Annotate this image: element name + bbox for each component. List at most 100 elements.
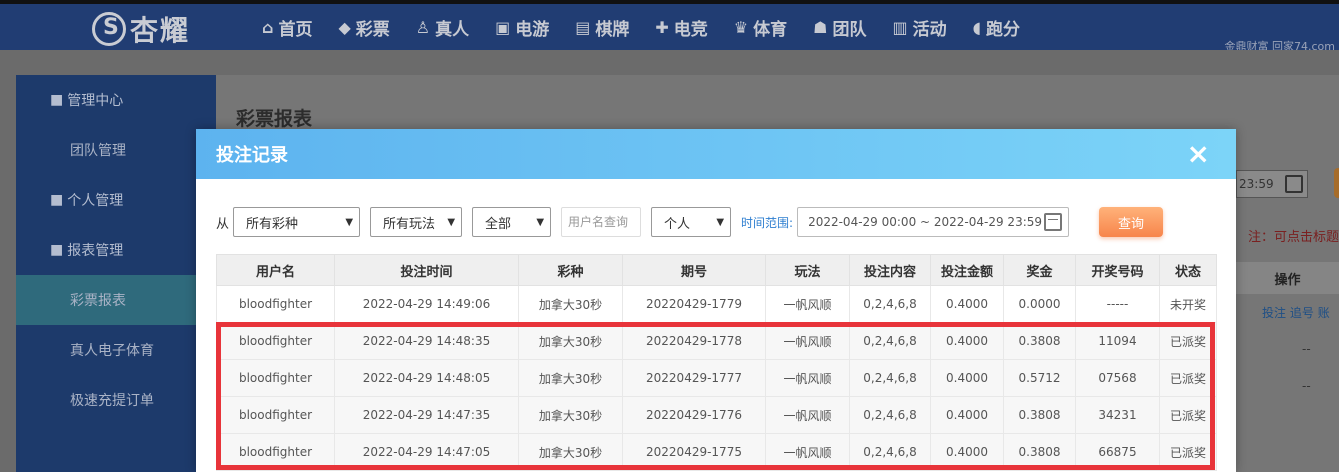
report-icon: ■ xyxy=(50,242,64,258)
nav-item-2[interactable]: ♙ 真人 xyxy=(416,4,469,50)
slot-icon: ▣ xyxy=(495,17,511,37)
column-header[interactable]: 投注金额 xyxy=(930,254,1004,286)
scope-value: 个人 xyxy=(664,216,691,232)
cell-status: 已派奖 xyxy=(1159,396,1217,434)
calendar-icon[interactable] xyxy=(1044,213,1063,231)
scope-select[interactable]: 个人 ▼ xyxy=(651,207,732,237)
status-select[interactable]: 全部 ▼ xyxy=(472,207,552,237)
nav-item-label: 彩票 xyxy=(355,19,390,40)
row-ops-links: 投注 追号 账 xyxy=(1262,304,1330,321)
nav-item-label: 首页 xyxy=(278,19,313,40)
table-row[interactable]: bloodfighter 2022-04-29 14:47:05 加拿大30秒 202… xyxy=(216,433,1217,471)
brand-name: 杏耀 xyxy=(130,14,191,47)
column-header[interactable]: 用户名 xyxy=(216,254,335,286)
nav-item-6[interactable]: ♛ 体育 xyxy=(734,4,787,50)
cards-icon: ▤ xyxy=(575,17,591,37)
column-header[interactable]: 开奖号码 xyxy=(1075,254,1160,286)
page-title: 彩票报表 xyxy=(236,108,313,130)
username-search-input[interactable] xyxy=(561,207,642,237)
cell-lottery: 加拿大30秒 xyxy=(518,359,623,397)
cell-issue: 20220429-1776 xyxy=(622,396,766,434)
cell-result: 66875 xyxy=(1075,433,1160,471)
cell-issue: 20220429-1779 xyxy=(622,285,766,323)
top-navbar: 杏耀 ⌂首页◆彩票♙真人▣电游▤棋牌✚电竞♛体育☗团队▥活动◖跑分 金鼎财富 回… xyxy=(0,0,1339,53)
end-date-input[interactable]: 23:59 xyxy=(1236,170,1308,198)
sidebar-item[interactable]: 团队管理 xyxy=(16,125,216,175)
column-header[interactable]: 玩法 xyxy=(765,254,850,286)
nav-item-label: 活动 xyxy=(912,19,947,40)
cell-status: 未开奖 xyxy=(1159,285,1217,323)
cell-content: 0,2,4,6,8 xyxy=(849,285,931,323)
nav-item-5[interactable]: ✚ 电竞 xyxy=(655,4,707,50)
cell-time: 2022-04-29 14:48:35 xyxy=(334,322,519,360)
table-row[interactable]: bloodfighter 2022-04-29 14:47:35 加拿大30秒 202… xyxy=(216,396,1217,434)
time-range-input[interactable]: 2022-04-29 00:00 ~ 2022-04-29 23:59 xyxy=(797,207,1070,237)
nav-item-8[interactable]: ▥ 活动 xyxy=(892,4,946,50)
cell-content: 0,2,4,6,8 xyxy=(849,433,931,471)
cell-issue: 20220429-1775 xyxy=(622,433,766,471)
end-date-value: 23:59 xyxy=(1239,177,1274,191)
table-row[interactable]: bloodfighter 2022-04-29 14:49:06 加拿大30秒 202… xyxy=(216,285,1217,323)
cell-amount: 0.4000 xyxy=(930,359,1004,397)
cell-prize: 0.0000 xyxy=(1003,285,1076,323)
lottery-type-select[interactable]: 所有彩种 ▼ xyxy=(233,207,361,237)
filter-bar: 从 所有彩种 ▼ 所有玩法 ▼ 全部 ▼ 个人 ▼ 时间范围: 2022-04-… xyxy=(216,207,1164,237)
time-range-value: 2022-04-29 00:00 ~ 2022-04-29 23:59 xyxy=(808,215,1043,229)
gamepad-icon: ✚ xyxy=(655,17,669,37)
nav-item-3[interactable]: ▣ 电游 xyxy=(495,4,549,50)
chevron-down-icon: ▼ xyxy=(716,216,725,228)
nav-item-0[interactable]: ⌂ 首页 xyxy=(262,4,312,50)
column-header[interactable]: 投注时间 xyxy=(334,254,519,286)
nav-item-label: 体育 xyxy=(753,19,788,40)
cell-time: 2022-04-29 14:47:35 xyxy=(334,396,519,434)
calendar-icon[interactable] xyxy=(1285,175,1303,193)
close-icon[interactable]: × xyxy=(1187,139,1210,169)
cell-issue: 20220429-1778 xyxy=(622,322,766,360)
cell-user: bloodfighter xyxy=(216,285,335,323)
query-button[interactable]: 查询 xyxy=(1099,207,1164,237)
sidebar-item[interactable]: 彩票报表 xyxy=(16,275,216,325)
sidebar: ■ 管理中心 团队管理 ■ 个人管理 ■ 报表管理 彩票报表 真人电子体育 极速充提订单 xyxy=(16,75,216,472)
hint-note: 注：可点击标题 xyxy=(1248,230,1339,245)
ops-link-chase[interactable]: 追号 xyxy=(1290,306,1314,320)
sidebar-item[interactable]: 极速充提订单 xyxy=(16,375,216,425)
row-dash: -- xyxy=(1302,379,1311,393)
nav-item-7[interactable]: ☗ 团队 xyxy=(813,4,866,50)
nav-item-label: 团队 xyxy=(832,19,867,40)
sidebar-group[interactable]: ■ 个人管理 xyxy=(16,175,216,225)
nav-item-1[interactable]: ◆ 彩票 xyxy=(338,4,389,50)
cell-time: 2022-04-29 14:48:05 xyxy=(334,359,519,397)
modal-title: 投注记录 xyxy=(216,145,288,166)
cell-play: 一帆风顺 xyxy=(765,359,850,397)
nav-item-label: 跑分 xyxy=(986,19,1021,40)
live-icon: ♙ xyxy=(415,17,431,37)
column-header[interactable]: 投注内容 xyxy=(849,254,931,286)
search-button-edge[interactable] xyxy=(1334,168,1339,198)
sidebar-item[interactable]: 真人电子体育 xyxy=(16,325,216,375)
users-icon: ■ xyxy=(50,92,64,108)
column-header[interactable]: 期号 xyxy=(622,254,766,286)
chevron-down-icon: ▼ xyxy=(447,216,456,228)
column-header[interactable]: 彩种 xyxy=(518,254,623,286)
sidebar-group-label: 个人管理 xyxy=(67,193,124,209)
cell-lottery: 加拿大30秒 xyxy=(518,322,623,360)
ops-link-bet[interactable]: 投注 xyxy=(1262,306,1286,320)
cell-content: 0,2,4,6,8 xyxy=(849,359,931,397)
play-type-select[interactable]: 所有玩法 ▼ xyxy=(370,207,463,237)
nav-item-9[interactable]: ◖ 跑分 xyxy=(973,4,1020,50)
sidebar-group[interactable]: ■ 管理中心 xyxy=(16,75,216,125)
trophy-icon: ♛ xyxy=(733,17,749,37)
column-header[interactable]: 奖金 xyxy=(1003,254,1076,286)
cell-play: 一帆风顺 xyxy=(765,396,850,434)
chevron-down-icon: ▼ xyxy=(536,216,545,228)
sidebar-group[interactable]: ■ 报表管理 xyxy=(16,225,216,275)
table-row[interactable]: bloodfighter 2022-04-29 14:48:05 加拿大30秒 202… xyxy=(216,359,1217,397)
brand-logo[interactable]: 杏耀 xyxy=(92,10,190,48)
time-range-label: 时间范围: xyxy=(741,215,794,230)
cell-play: 一帆风顺 xyxy=(765,285,850,323)
ops-link-account[interactable]: 账 xyxy=(1318,306,1330,320)
cell-prize: 0.3808 xyxy=(1003,322,1076,360)
table-row[interactable]: bloodfighter 2022-04-29 14:48:35 加拿大30秒 202… xyxy=(216,322,1217,360)
column-header[interactable]: 状态 xyxy=(1159,254,1217,286)
nav-item-4[interactable]: ▤ 棋牌 xyxy=(575,4,629,50)
